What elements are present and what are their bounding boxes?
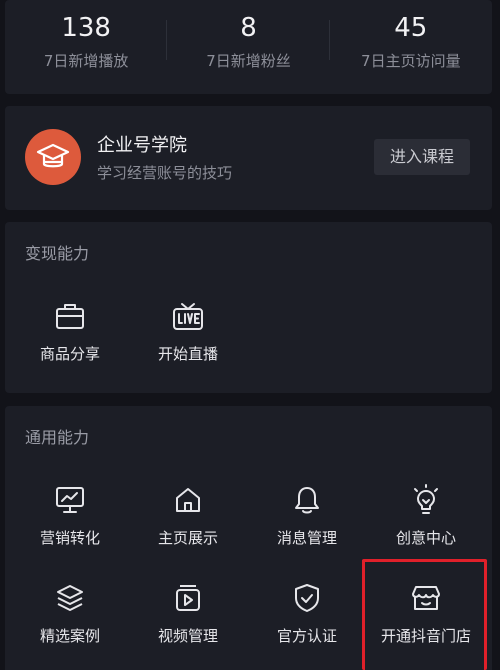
monitor-chart-icon xyxy=(52,482,88,518)
bell-icon xyxy=(289,482,325,518)
stat-label: 7日主页访问量 xyxy=(361,52,461,70)
academy-subtitle: 学习经营账号的技巧 xyxy=(97,164,233,182)
video-play-icon xyxy=(170,580,206,616)
tile-open-douyin-store[interactable]: 开通抖音门店 xyxy=(366,580,486,660)
layers-icon xyxy=(52,580,88,616)
tile-product-share[interactable]: 商品分享 xyxy=(10,298,130,378)
stat-value: 138 xyxy=(61,13,111,43)
monetization-section: 变现能力 商品分享 开始直播 xyxy=(5,222,492,393)
briefcase-icon xyxy=(52,298,88,334)
tile-creative-center[interactable]: 创意中心 xyxy=(366,482,486,562)
tile-label: 开通抖音门店 xyxy=(380,627,471,645)
tile-label: 开始直播 xyxy=(157,345,218,363)
home-icon xyxy=(170,482,206,518)
stat-value: 8 xyxy=(240,13,257,43)
stats-card: 138 7日新增播放 8 7日新增粉丝 45 7日主页访问量 xyxy=(5,0,492,94)
tile-message-management[interactable]: 消息管理 xyxy=(247,482,367,562)
stat-label: 7日新增粉丝 xyxy=(206,52,291,70)
stat-new-plays[interactable]: 138 7日新增播放 xyxy=(5,0,168,94)
graduation-cap-icon xyxy=(25,129,81,185)
tile-label: 主页展示 xyxy=(157,529,218,547)
tile-label: 营销转化 xyxy=(39,529,100,547)
stat-profile-visits[interactable]: 45 7日主页访问量 xyxy=(330,0,492,94)
tile-label: 消息管理 xyxy=(276,529,337,547)
tile-official-verification[interactable]: 官方认证 xyxy=(247,580,367,660)
tile-label: 官方认证 xyxy=(276,627,337,645)
tile-label: 精选案例 xyxy=(39,627,100,645)
store-icon xyxy=(408,580,444,616)
lightbulb-icon xyxy=(408,482,444,518)
live-tv-icon xyxy=(170,298,206,334)
tile-start-live[interactable]: 开始直播 xyxy=(128,298,248,378)
stat-value: 45 xyxy=(394,13,428,43)
tile-label: 商品分享 xyxy=(39,345,100,363)
stat-new-fans[interactable]: 8 7日新增粉丝 xyxy=(167,0,330,94)
section-title: 通用能力 xyxy=(25,428,90,447)
general-section: 通用能力 营销转化 主页展示 消息管理 创意中心 精选案例 视频管理 官方认证 … xyxy=(5,406,492,670)
enter-course-button[interactable]: 进入课程 xyxy=(374,139,470,175)
stat-label: 7日新增播放 xyxy=(43,52,129,70)
shield-check-icon xyxy=(289,580,325,616)
tile-label: 视频管理 xyxy=(157,627,218,645)
academy-title: 企业号学院 xyxy=(97,135,187,156)
tile-featured-cases[interactable]: 精选案例 xyxy=(10,580,130,660)
tile-marketing-conversion[interactable]: 营销转化 xyxy=(10,482,130,562)
section-title: 变现能力 xyxy=(25,244,90,263)
tile-homepage-display[interactable]: 主页展示 xyxy=(128,482,248,562)
academy-card[interactable]: 企业号学院 学习经营账号的技巧 进入课程 xyxy=(5,106,492,210)
tile-video-management[interactable]: 视频管理 xyxy=(128,580,248,660)
tile-label: 创意中心 xyxy=(395,529,456,547)
